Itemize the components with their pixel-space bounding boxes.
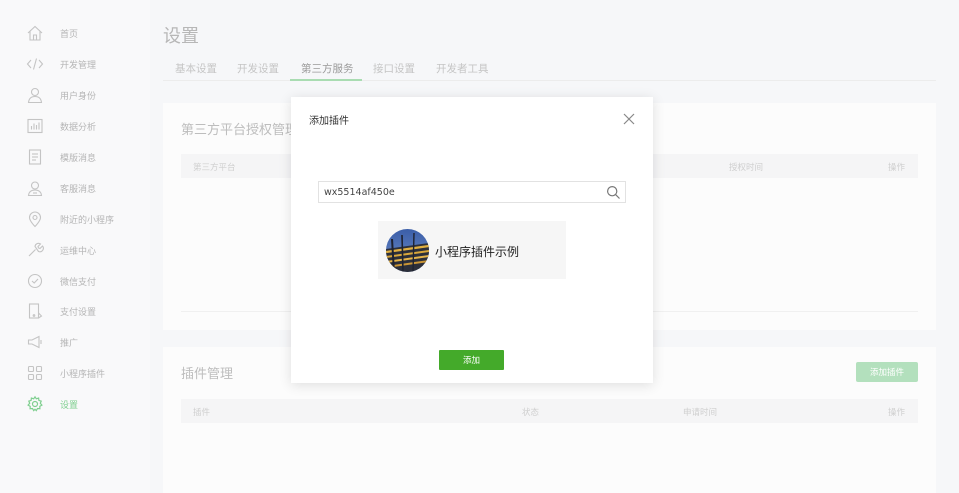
search-icon[interactable] — [606, 185, 621, 200]
plugin-search-result[interactable]: 小程序插件示例 — [378, 221, 566, 279]
close-icon[interactable] — [622, 111, 636, 125]
plugin-avatar — [386, 229, 429, 272]
dialog-title: 添加插件 — [309, 116, 349, 127]
search-box — [318, 181, 626, 203]
confirm-add-button[interactable]: 添加 — [439, 350, 504, 370]
search-input[interactable] — [319, 182, 599, 202]
add-plugin-dialog: 添加插件 wx5514af450e 小程序插件示例 添加 — [291, 97, 653, 383]
plugin-name: 小程序插件示例 — [435, 245, 520, 259]
